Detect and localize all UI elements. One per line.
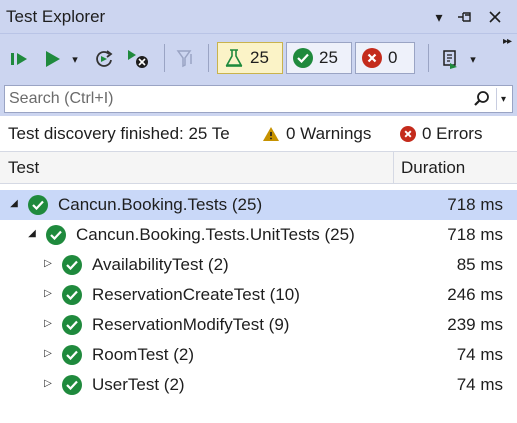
expand-arrow-icon[interactable]: ▷ xyxy=(42,348,54,360)
tree-row[interactable]: ▷ RoomTest (2) 74 ms xyxy=(0,340,517,370)
repeat-run-icon xyxy=(96,50,113,67)
toolbar-separator xyxy=(428,44,429,72)
tree-row[interactable]: ◢ Cancun.Booking.Tests.UnitTests (25) 71… xyxy=(0,220,517,250)
search-input[interactable]: Search (Ctrl+I) ▾ xyxy=(4,85,513,113)
test-node-duration: 239 ms xyxy=(447,315,503,334)
tree-row[interactable]: ▷ ReservationModifyTest (9) 239 ms xyxy=(0,310,517,340)
run-all-icon xyxy=(11,53,27,65)
close-icon[interactable] xyxy=(486,8,504,26)
run-all-tests-button[interactable] xyxy=(8,46,32,72)
errors-indicator[interactable]: 0 Errors xyxy=(400,124,482,144)
failed-tests-counter[interactable]: 0 xyxy=(355,42,415,74)
expand-arrow-icon[interactable]: ▷ xyxy=(42,288,54,300)
passed-icon xyxy=(62,255,82,275)
playlist-button[interactable] xyxy=(440,46,462,72)
passed-tests-counter[interactable]: 25 xyxy=(286,42,352,74)
search-bar: Search (Ctrl+I) ▾ xyxy=(0,82,517,116)
test-tree: ◢ Cancun.Booking.Tests (25) 718 ms ◢ Can… xyxy=(0,190,517,400)
warnings-count: 0 Warnings xyxy=(286,124,372,143)
tree-row[interactable]: ▷ ReservationCreateTest (10) 246 ms xyxy=(0,280,517,310)
test-node-name: ReservationModifyTest (9) xyxy=(92,315,290,334)
passed-icon xyxy=(46,225,66,245)
toolbar-separator xyxy=(164,44,165,72)
test-node-duration: 246 ms xyxy=(447,285,503,304)
tree-row[interactable]: ◢ Cancun.Booking.Tests (25) 718 ms xyxy=(0,190,517,220)
window-title: Test Explorer xyxy=(6,7,106,26)
test-node-name: RoomTest (2) xyxy=(92,345,195,364)
window-position-dropdown-icon[interactable]: ▾ xyxy=(430,8,448,26)
filter-button[interactable] xyxy=(174,46,198,72)
failed-tests-count: 0 xyxy=(388,48,398,67)
errors-count: 0 Errors xyxy=(422,124,483,143)
run-dropdown-button[interactable]: ▾ xyxy=(68,46,82,72)
test-node-duration: 74 ms xyxy=(456,375,503,394)
tree-row[interactable]: ▷ UserTest (2) 74 ms xyxy=(0,370,517,400)
passed-icon xyxy=(62,375,82,395)
tree-row[interactable]: ▷ AvailabilityTest (2) 85 ms xyxy=(0,250,517,280)
expand-arrow-icon[interactable]: ▷ xyxy=(42,258,54,270)
warnings-indicator[interactable]: 0 Warnings xyxy=(262,124,371,144)
passed-icon xyxy=(62,345,82,365)
run-button[interactable] xyxy=(40,46,64,72)
error-icon xyxy=(400,126,416,142)
column-header-test[interactable]: Test xyxy=(8,158,39,178)
failed-icon xyxy=(362,48,382,68)
total-tests-counter[interactable]: 25 xyxy=(217,42,283,74)
test-node-name: Cancun.Booking.Tests (25) xyxy=(58,195,263,214)
test-node-duration: 74 ms xyxy=(456,345,503,364)
repeat-last-run-button[interactable] xyxy=(92,46,116,72)
test-node-duration: 85 ms xyxy=(456,255,503,274)
total-tests-count: 25 xyxy=(250,48,269,67)
test-explorer-toolbar: ▸▸ ▾ 25 25 0 ▾ xyxy=(0,34,517,82)
passed-tests-count: 25 xyxy=(319,48,338,67)
run-failed-icon xyxy=(128,50,148,68)
test-node-duration: 718 ms xyxy=(447,225,503,244)
expand-arrow-icon[interactable]: ▷ xyxy=(42,318,54,330)
pin-icon[interactable] xyxy=(456,8,474,26)
passed-icon xyxy=(28,195,48,215)
test-node-name: UserTest (2) xyxy=(92,375,185,394)
search-options-dropdown-icon[interactable]: ▾ xyxy=(496,88,510,110)
search-icon[interactable] xyxy=(472,89,492,109)
search-placeholder: Search (Ctrl+I) xyxy=(9,90,114,107)
column-divider[interactable] xyxy=(393,152,394,184)
toolbar-overflow-icon[interactable]: ▸▸ xyxy=(503,36,512,47)
warning-icon xyxy=(263,127,279,141)
tests-column-header: Test Duration xyxy=(0,152,517,184)
filter-icon xyxy=(176,50,192,68)
run-icon xyxy=(46,51,60,67)
test-node-name: Cancun.Booking.Tests.UnitTests (25) xyxy=(76,225,355,244)
discovery-status-message: Test discovery finished: 25 Te xyxy=(8,124,230,143)
expand-arrow-icon[interactable]: ▷ xyxy=(42,378,54,390)
playlist-icon xyxy=(443,50,457,69)
status-bar: Test discovery finished: 25 Te 0 Warning… xyxy=(0,116,517,152)
playlist-dropdown-button[interactable]: ▾ xyxy=(466,46,480,72)
column-header-duration[interactable]: Duration xyxy=(401,158,465,178)
flask-icon xyxy=(225,49,243,67)
collapse-arrow-icon[interactable]: ◢ xyxy=(26,228,38,240)
passed-icon xyxy=(293,48,313,68)
test-node-name: ReservationCreateTest (10) xyxy=(92,285,300,304)
passed-icon xyxy=(62,285,82,305)
test-node-duration: 718 ms xyxy=(447,195,503,214)
test-node-name: AvailabilityTest (2) xyxy=(92,255,229,274)
toolbar-separator xyxy=(208,44,209,72)
collapse-arrow-icon[interactable]: ◢ xyxy=(8,198,20,210)
run-failed-tests-button[interactable] xyxy=(124,46,152,72)
passed-icon xyxy=(62,315,82,335)
window-titlebar: Test Explorer ▾ xyxy=(0,0,517,34)
